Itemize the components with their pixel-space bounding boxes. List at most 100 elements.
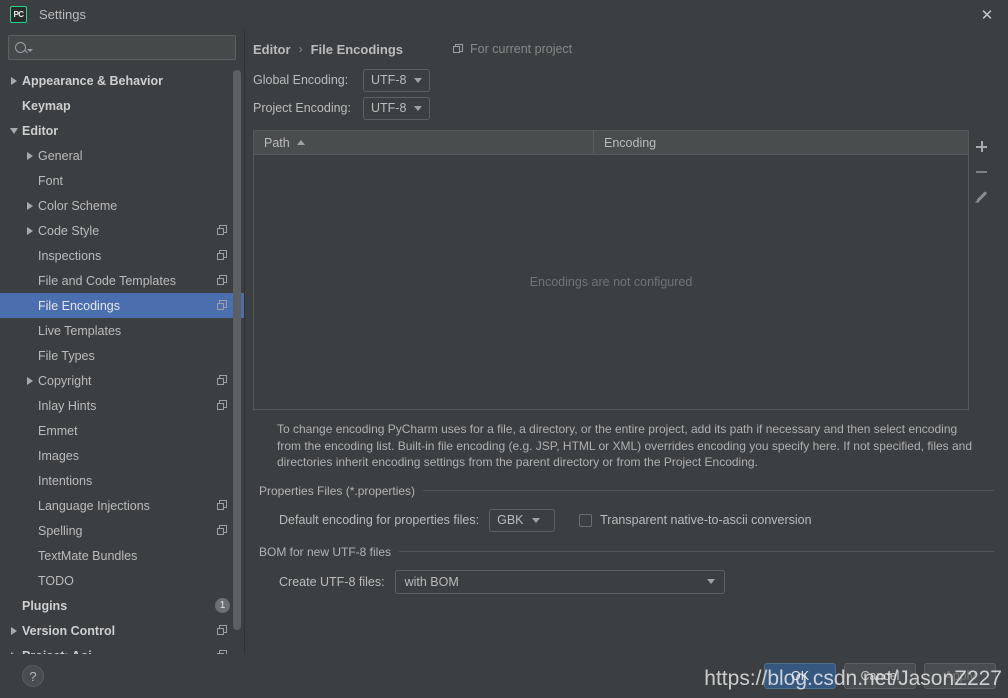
window-title: Settings — [39, 7, 86, 22]
chevron-down-icon — [414, 77, 423, 83]
bom-group-body: Create UTF-8 files: with BOM — [253, 559, 994, 594]
add-encoding-button[interactable] — [969, 134, 994, 159]
expand-toggle[interactable] — [6, 626, 22, 635]
watermark: https://blog.csdn.net/JasonZ227 — [704, 667, 1002, 690]
column-header-encoding[interactable]: Encoding — [594, 131, 968, 154]
sidebar-item-project-aoi[interactable]: Project: Aoi — [0, 643, 244, 654]
expand-toggle[interactable] — [22, 226, 38, 235]
transparent-conversion-checkbox-row[interactable]: Transparent native-to-ascii conversion — [579, 513, 812, 527]
expand-toggle[interactable] — [22, 201, 38, 210]
sidebar-item-editor[interactable]: Editor — [0, 118, 244, 143]
title-bar: PC Settings ✕ — [0, 0, 1008, 29]
logo-text: PC — [13, 9, 24, 19]
help-button[interactable]: ? — [22, 665, 44, 687]
chevron-right-icon — [27, 201, 33, 210]
sidebar-item-inlay-hints[interactable]: Inlay Hints — [0, 393, 244, 418]
sidebar-item-label: Appearance & Behavior — [22, 73, 164, 88]
edit-icon — [975, 190, 988, 203]
sidebar-item-label: Font — [38, 173, 64, 188]
properties-files-group: Properties Files (*.properties) Default … — [253, 484, 994, 532]
remove-encoding-button[interactable] — [969, 159, 994, 184]
sidebar-item-color-scheme[interactable]: Color Scheme — [0, 193, 244, 218]
chevron-right-icon — [27, 376, 33, 385]
chevron-down-icon — [10, 127, 18, 134]
sidebar-item-inspections[interactable]: Inspections — [0, 243, 244, 268]
sidebar-scrollbar[interactable] — [233, 70, 241, 648]
sidebar-item-label: Code Style — [38, 223, 100, 238]
table-toolbar — [969, 130, 994, 410]
sidebar-item-keymap[interactable]: Keymap — [0, 93, 244, 118]
sidebar-item-label: Spelling — [38, 523, 83, 538]
sidebar-item-label: Images — [38, 448, 79, 463]
sidebar-item-label: TODO — [38, 573, 74, 588]
sidebar-item-emmet[interactable]: Emmet — [0, 418, 244, 443]
encodings-help-text: To change encoding PyCharm uses for a fi… — [277, 422, 973, 469]
default-properties-encoding-dropdown[interactable]: GBK — [489, 508, 556, 532]
properties-files-group-body: Default encoding for properties files: G… — [253, 498, 994, 532]
breadcrumb-parent[interactable]: Editor — [253, 42, 291, 57]
sidebar-item-file-and-code-templates[interactable]: File and Code Templates — [0, 268, 244, 293]
sidebar-item-label: Inlay Hints — [38, 398, 97, 413]
chevron-right-icon — [27, 226, 33, 235]
sidebar-item-version-control[interactable]: Version Control — [0, 618, 244, 643]
bom-group-title: BOM for new UTF-8 files — [259, 544, 392, 559]
encoding-fields: Global Encoding: UTF-8 Project Encoding:… — [253, 63, 994, 122]
properties-files-group-title: Properties Files (*.properties) — [259, 483, 416, 498]
sidebar-item-copyright[interactable]: Copyright — [0, 368, 244, 393]
sidebar-item-live-templates[interactable]: Live Templates — [0, 318, 244, 343]
sidebar-item-appearance-behavior[interactable]: Appearance & Behavior — [0, 68, 244, 93]
encodings-table[interactable]: Path Encoding Encodings are not configur… — [253, 130, 969, 410]
sidebar-item-spelling[interactable]: Spelling — [0, 518, 244, 543]
search-box[interactable] — [8, 35, 236, 60]
project-encoding-dropdown[interactable]: UTF-8 — [363, 96, 431, 120]
sidebar-item-file-encodings[interactable]: File Encodings — [0, 293, 244, 318]
sidebar-item-intentions[interactable]: Intentions — [0, 468, 244, 493]
sidebar-item-code-style[interactable]: Code Style — [0, 218, 244, 243]
sidebar-item-label: General — [38, 148, 83, 163]
breadcrumb: Editor › File Encodings For current proj… — [253, 29, 994, 63]
sidebar-item-plugins[interactable]: Plugins 1 — [0, 593, 244, 618]
settings-main-panel: Editor › File Encodings For current proj… — [245, 29, 1008, 654]
global-encoding-value: UTF-8 — [371, 73, 407, 87]
expand-toggle[interactable] — [22, 151, 38, 160]
expand-toggle[interactable] — [6, 76, 22, 85]
chevron-down-icon[interactable] — [27, 48, 33, 52]
expand-toggle[interactable] — [6, 127, 22, 134]
sidebar-item-todo[interactable]: TODO — [0, 568, 244, 593]
sidebar-item-label: Color Scheme — [38, 198, 118, 213]
sidebar-item-images[interactable]: Images — [0, 443, 244, 468]
chevron-right-icon — [11, 76, 17, 85]
search-input[interactable] — [38, 40, 229, 55]
create-utf8-files-row: Create UTF-8 files: with BOM — [279, 569, 994, 594]
column-header-encoding-label: Encoding — [604, 135, 657, 150]
edit-encoding-button[interactable] — [969, 184, 994, 209]
sidebar-item-label: TextMate Bundles — [38, 548, 138, 563]
sidebar-item-textmate-bundles[interactable]: TextMate Bundles — [0, 543, 244, 568]
sidebar-item-file-types[interactable]: File Types — [0, 343, 244, 368]
table-header-row: Path Encoding — [254, 131, 968, 155]
sidebar-item-general[interactable]: General — [0, 143, 244, 168]
breadcrumb-separator: › — [298, 42, 303, 56]
pycharm-logo-icon: PC — [10, 6, 27, 23]
sidebar-item-font[interactable]: Font — [0, 168, 244, 193]
project-scope-icon — [217, 375, 228, 386]
default-properties-encoding-label: Default encoding for properties files: — [279, 513, 480, 527]
sidebar-item-language-injections[interactable]: Language Injections — [0, 493, 244, 518]
default-properties-encoding-row: Default encoding for properties files: G… — [279, 508, 994, 532]
column-header-path[interactable]: Path — [254, 131, 594, 154]
project-encoding-row: Project Encoding: UTF-8 — [253, 94, 994, 122]
sidebar-scrollbar-thumb[interactable] — [233, 70, 241, 630]
create-utf8-files-dropdown[interactable]: with BOM — [394, 569, 725, 594]
table-body: Encodings are not configured — [254, 155, 968, 409]
global-encoding-dropdown[interactable]: UTF-8 — [363, 68, 431, 92]
close-icon[interactable]: ✕ — [976, 4, 998, 26]
transparent-conversion-checkbox[interactable] — [579, 513, 593, 527]
global-encoding-row: Global Encoding: UTF-8 — [253, 66, 994, 94]
table-empty-message: Encodings are not configured — [529, 275, 693, 289]
expand-toggle[interactable] — [22, 376, 38, 385]
project-scope-icon — [217, 525, 228, 536]
settings-dialog: PC Settings ✕ Appearance & Behavior Keyma… — [0, 0, 1008, 698]
project-scope-icon — [217, 225, 228, 236]
sidebar-item-label: Copyright — [38, 373, 92, 388]
sidebar-item-label: Keymap — [22, 98, 71, 113]
